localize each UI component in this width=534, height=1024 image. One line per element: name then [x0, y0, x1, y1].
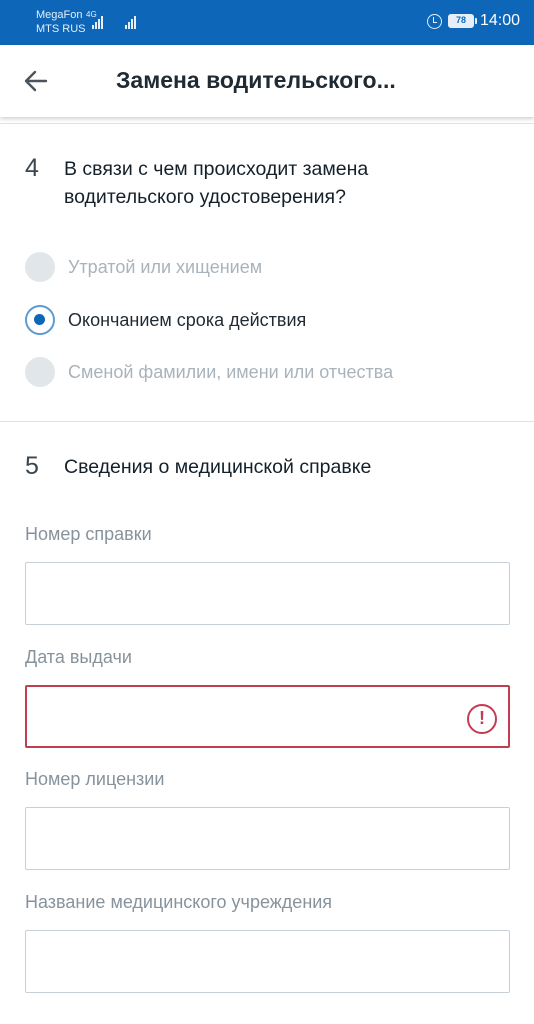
- arrow-left-icon[interactable]: [22, 67, 50, 95]
- license-number-input[interactable]: [25, 807, 510, 870]
- medical-institution-input[interactable]: [25, 930, 510, 993]
- radio-option-name-change[interactable]: Сменой фамилии, имени или отчества: [25, 357, 393, 387]
- certificate-number-input[interactable]: [25, 562, 510, 625]
- status-right: 78 14:00: [426, 12, 520, 30]
- section-number: 5: [25, 452, 39, 480]
- radio-option-expiry[interactable]: Окончанием срока действия: [25, 305, 306, 335]
- radio-label: Сменой фамилии, имени или отчества: [68, 361, 394, 382]
- carrier-primary: MegaFon: [36, 9, 83, 21]
- divider: [0, 421, 534, 422]
- divider: [0, 123, 534, 124]
- field-label-medical-institution: Название медицинского учреждения: [25, 892, 333, 912]
- carrier-secondary: MTS RUS: [36, 23, 86, 35]
- app-bar: Замена водительского...: [0, 45, 534, 117]
- radio-button[interactable]: [25, 252, 55, 282]
- alarm-icon: [426, 13, 442, 29]
- section-number: 4: [25, 154, 39, 182]
- section-title-line1: В связи с чем происходит замена: [64, 158, 369, 180]
- section-title-line2: водительского удостоверения?: [64, 186, 346, 208]
- clock: 14:00: [479, 12, 520, 29]
- section-title: Сведения о медицинской справке: [64, 456, 372, 478]
- signal-icon: [92, 15, 103, 29]
- radio-button-selected[interactable]: [25, 305, 55, 335]
- battery-icon: 78: [447, 14, 477, 28]
- exclamation-circle-icon: !: [467, 704, 497, 734]
- radio-button[interactable]: [25, 357, 55, 387]
- field-label-license-number: Номер лицензии: [25, 769, 165, 789]
- field-label-certificate-number: Номер справки: [25, 524, 152, 544]
- page-title: Замена водительского...: [116, 67, 396, 93]
- signal-icon-secondary: [125, 15, 136, 29]
- issue-date-input[interactable]: [25, 685, 510, 748]
- status-bar: MegaFon MTS RUS 4G 78 14:00: [0, 0, 534, 45]
- field-label-issue-date: Дата выдачи: [25, 647, 132, 667]
- radio-label: Окончанием срока действия: [68, 309, 307, 330]
- radio-option-loss[interactable]: Утратой или хищением: [25, 252, 262, 282]
- carrier-info: MegaFon MTS RUS: [36, 8, 86, 36]
- radio-label: Утратой или хищением: [68, 256, 263, 277]
- section-title: В связи с чем происходит замена водитель…: [64, 155, 368, 211]
